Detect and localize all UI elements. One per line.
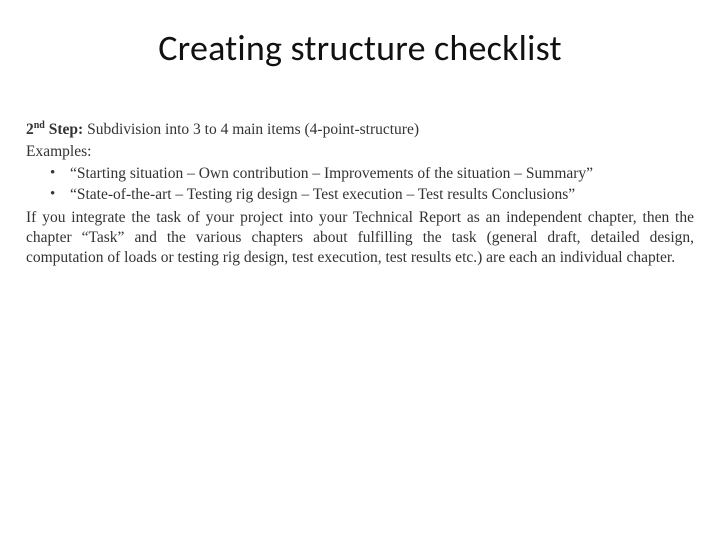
- paragraph: If you integrate the task of your projec…: [26, 208, 694, 267]
- examples-label: Examples:: [26, 142, 694, 162]
- body-text: 2nd Step: Subdivision into 3 to 4 main i…: [26, 120, 694, 268]
- step-line: 2nd Step: Subdivision into 3 to 4 main i…: [26, 120, 694, 140]
- slide: Creating structure checklist 2nd Step: S…: [0, 0, 720, 540]
- step-label: 2nd Step:: [26, 121, 83, 138]
- list-item: “State-of-the-art – Testing rig design –…: [50, 185, 694, 205]
- list-item: “Starting situation – Own contribution –…: [50, 164, 694, 184]
- step-description: Subdivision into 3 to 4 main items (4-po…: [87, 121, 419, 138]
- page-title: Creating structure checklist: [26, 26, 694, 70]
- examples-list: “Starting situation – Own contribution –…: [26, 164, 694, 205]
